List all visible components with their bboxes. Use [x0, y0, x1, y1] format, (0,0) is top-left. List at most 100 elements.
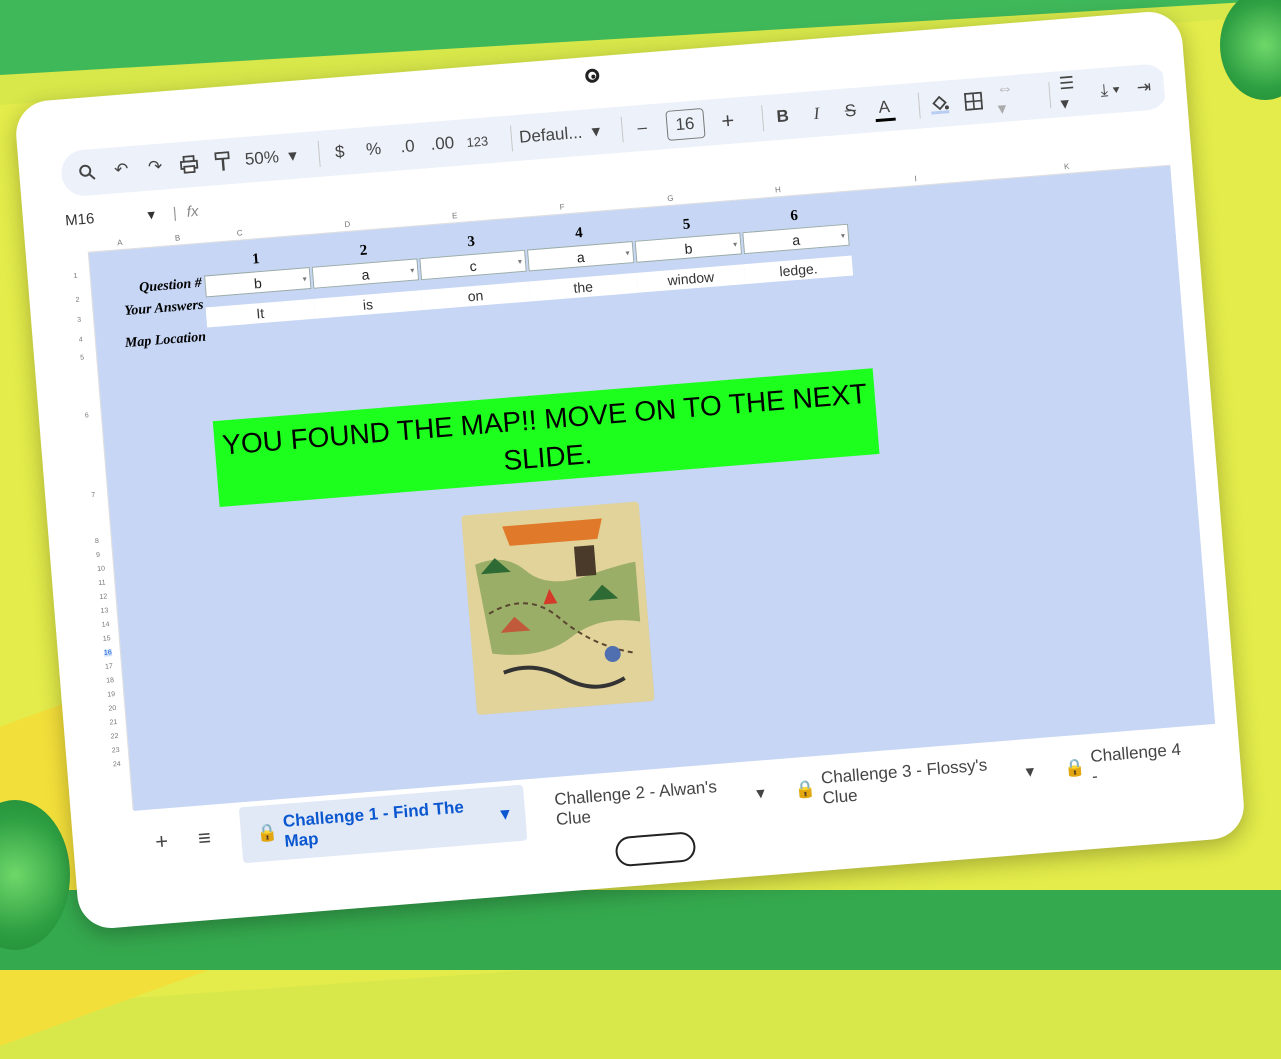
fill-color-icon[interactable]	[928, 88, 950, 120]
treasure-map-image[interactable]	[461, 501, 655, 716]
tab-label: Challenge 3 - Flossy's Clue	[820, 755, 988, 808]
tab-challenge-2[interactable]: Challenge 2 - Alwan's Clue ▾	[554, 773, 767, 830]
map-word-cell[interactable]: the	[528, 272, 638, 302]
answer-dropdown[interactable]: a	[742, 223, 850, 255]
search-icon[interactable]	[76, 157, 98, 189]
column-header[interactable]: K	[1064, 162, 1070, 171]
row-header[interactable]: 12	[99, 593, 107, 601]
answers-label: Your Answers	[123, 297, 205, 320]
redo-icon[interactable]: ↷	[144, 151, 166, 183]
all-sheets-button[interactable]: ≡	[197, 825, 212, 852]
number-format-button[interactable]: 123	[466, 125, 489, 157]
undo-icon[interactable]: ↶	[110, 154, 132, 186]
spreadsheet-screen: ↶ ↷ 50% ▾ $ % .0 .00 123 Defaul... ▾ – 1…	[38, 45, 1221, 877]
merge-cells-icon[interactable]: ⇔ ▾	[995, 78, 1026, 118]
row-header[interactable]: 11	[98, 579, 106, 587]
column-header[interactable]: A	[117, 238, 123, 247]
toolbar-divider	[620, 116, 624, 143]
row-header[interactable]: 24	[113, 761, 121, 769]
map-word-cell[interactable]: It	[205, 298, 315, 328]
row-header[interactable]: 21	[109, 719, 117, 727]
map-word-cell[interactable]: window	[636, 264, 746, 293]
chevron-down-icon: ▾	[146, 206, 156, 224]
align-left-icon[interactable]: ☰ ▾	[1058, 73, 1088, 113]
italic-button[interactable]: I	[805, 98, 827, 130]
name-box[interactable]: M16 ▾	[65, 205, 164, 231]
column-header[interactable]: B	[175, 233, 181, 242]
row-header[interactable]: 2	[75, 297, 79, 304]
increase-font-size-button[interactable]: +	[717, 105, 739, 137]
row-header[interactable]: 6	[85, 412, 89, 419]
row-header[interactable]: 18	[106, 677, 114, 685]
tab-label: Challenge 4 -	[1089, 739, 1182, 786]
row-header[interactable]: 17	[105, 663, 113, 671]
answer-dropdown[interactable]: a	[526, 241, 635, 272]
text-color-button[interactable]: A	[873, 95, 896, 122]
row-header[interactable]: 20	[108, 705, 116, 713]
cell-reference: M16	[64, 210, 95, 230]
currency-button[interactable]: $	[329, 136, 351, 168]
tab-challenge-4[interactable]: 🔒 Challenge 4 -	[1063, 739, 1190, 789]
row-header-selected[interactable]: 16	[103, 649, 113, 657]
column-header[interactable]: I	[914, 174, 917, 183]
tab-challenge-3[interactable]: 🔒 Challenge 3 - Flossy's Clue ▾	[793, 752, 1036, 811]
column-header[interactable]: E	[452, 211, 458, 220]
decrease-decimal-button[interactable]: .0	[396, 131, 418, 163]
column-header[interactable]: C	[236, 228, 242, 237]
row-header[interactable]: 19	[107, 691, 115, 699]
answer-dropdown[interactable]: a	[311, 258, 420, 289]
row-header[interactable]: 8	[95, 538, 99, 545]
toolbar-divider	[317, 140, 321, 167]
row-header[interactable]: 3	[77, 317, 81, 324]
row-header[interactable]: 13	[100, 607, 108, 615]
vertical-align-icon[interactable]: ⤓ ▾	[1099, 75, 1121, 107]
tab-label: Challenge 2 - Alwan's Clue	[553, 777, 718, 830]
paint-format-icon[interactable]	[212, 146, 234, 178]
row-header[interactable]: 10	[97, 565, 105, 573]
row-header[interactable]: 23	[112, 747, 120, 755]
row-header[interactable]: 14	[101, 621, 109, 629]
row-header[interactable]: 15	[103, 635, 111, 643]
strikethrough-button[interactable]: S	[839, 95, 861, 127]
chevron-down-icon: ▾	[500, 803, 511, 824]
row-header[interactable]: 9	[96, 552, 100, 559]
map-word-cell[interactable]: on	[420, 281, 531, 311]
answer-dropdown[interactable]: b	[204, 267, 312, 298]
tab-label: Challenge 1 - Find The Map	[282, 797, 465, 851]
home-button[interactable]	[614, 831, 697, 868]
decrease-font-size-button[interactable]: –	[631, 112, 653, 144]
zoom-value: 50%	[244, 147, 280, 169]
text-wrap-icon[interactable]: ⇥	[1133, 72, 1155, 104]
percent-button[interactable]: %	[363, 134, 385, 166]
column-header[interactable]: G	[667, 194, 674, 203]
map-word-cell[interactable]: is	[313, 290, 423, 319]
question-label: Question #	[138, 275, 203, 296]
add-sheet-button[interactable]: +	[154, 828, 169, 855]
lock-icon: 🔒	[793, 779, 817, 800]
bold-button[interactable]: B	[772, 101, 794, 133]
sheet-grid: Question # Your Answers Map Location 1 2…	[88, 165, 1216, 811]
column-header[interactable]: F	[559, 202, 565, 211]
toolbar-divider	[1047, 82, 1051, 109]
answer-dropdown[interactable]: c	[419, 249, 527, 281]
answer-dropdown[interactable]: b	[634, 232, 743, 263]
formula-divider: |	[172, 204, 178, 222]
row-header[interactable]: 5	[80, 354, 84, 361]
row-header[interactable]: 4	[79, 336, 83, 343]
map-word-cell[interactable]: ledge.	[743, 255, 854, 285]
row-header[interactable]: 7	[91, 492, 95, 499]
column-header[interactable]: D	[344, 220, 350, 229]
map-location-label: Map Location	[124, 329, 207, 352]
font-value: Defaul...	[518, 122, 584, 147]
borders-icon[interactable]	[962, 86, 984, 118]
print-icon[interactable]	[178, 149, 200, 181]
column-header[interactable]: H	[775, 185, 781, 194]
font-size-input[interactable]: 16	[664, 107, 706, 141]
chevron-down-icon: ▾	[287, 145, 298, 166]
increase-decimal-button[interactable]: .00	[430, 128, 455, 160]
chevron-down-icon: ▾	[755, 783, 766, 803]
row-header[interactable]: 1	[73, 273, 77, 280]
zoom-select[interactable]: 50% ▾	[244, 141, 298, 175]
row-header[interactable]: 22	[110, 733, 118, 741]
font-select[interactable]: Defaul... ▾	[518, 117, 601, 153]
